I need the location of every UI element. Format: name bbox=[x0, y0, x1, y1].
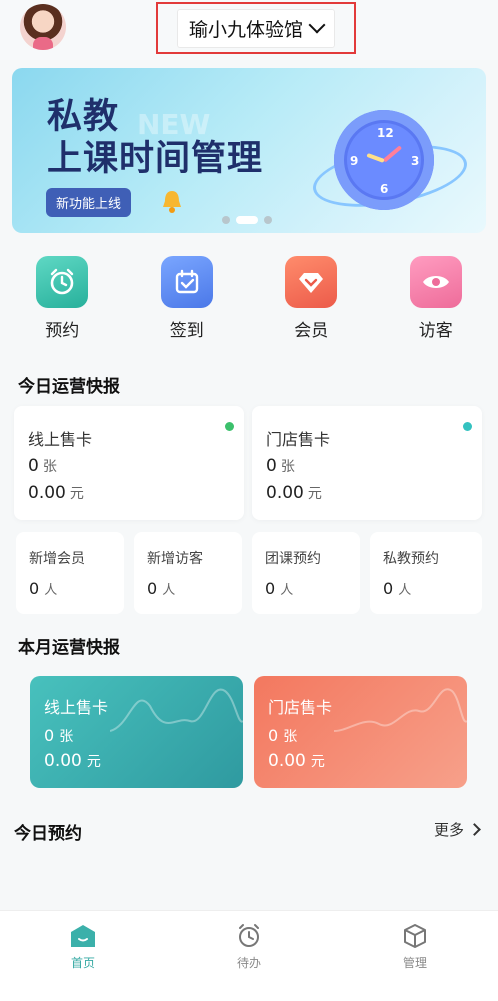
metric-group-bookings[interactable]: 团课预约 0人 bbox=[252, 532, 360, 614]
tab-label: 管理 bbox=[403, 954, 427, 971]
diamond-icon bbox=[285, 256, 337, 308]
tab-label: 待办 bbox=[237, 954, 261, 971]
store-selector[interactable]: 瑜小九体验馆 bbox=[177, 9, 335, 48]
clock-number: 3 bbox=[411, 154, 419, 168]
metric-value: 0 bbox=[265, 579, 275, 598]
metric-title: 新增访客 bbox=[147, 548, 203, 568]
quick-action-members[interactable]: 会员 bbox=[249, 256, 374, 348]
metric-value: 0 bbox=[29, 579, 39, 598]
chevron-right-icon bbox=[468, 823, 481, 836]
avatar[interactable] bbox=[20, 4, 66, 50]
metric-new-members[interactable]: 新增会员 0人 bbox=[16, 532, 124, 614]
card-count: 0 bbox=[268, 726, 278, 745]
card-amount: 0.00 bbox=[44, 751, 82, 771]
month-report-title: 本月运营快报 bbox=[18, 633, 120, 658]
tab-label: 首页 bbox=[71, 954, 95, 971]
clock-illustration: 12 3 6 9 bbox=[334, 110, 434, 210]
more-link[interactable]: 更多 bbox=[434, 819, 479, 840]
tab-home[interactable]: 首页 bbox=[0, 911, 166, 1001]
more-label: 更多 bbox=[434, 819, 464, 840]
card-count: 0 bbox=[44, 726, 54, 745]
bell-icon bbox=[160, 188, 184, 214]
carousel-indicator bbox=[222, 216, 272, 224]
today-appointments-title: 今日预约 bbox=[14, 819, 82, 844]
metric-value: 0 bbox=[383, 579, 393, 598]
quick-action-visitors[interactable]: 访客 bbox=[374, 256, 498, 348]
status-dot bbox=[225, 422, 234, 431]
quick-actions: 预约 签到 会员 访客 bbox=[0, 256, 498, 348]
card-title: 线上售卡 bbox=[28, 426, 92, 450]
card-count: 0张 bbox=[28, 456, 57, 476]
store-name: 瑜小九体验馆 bbox=[189, 15, 303, 42]
card-count: 0张 bbox=[266, 456, 295, 476]
quick-action-appointment[interactable]: 预约 bbox=[0, 256, 125, 348]
metric-private-bookings[interactable]: 私教预约 0人 bbox=[370, 532, 482, 614]
quick-action-label: 访客 bbox=[419, 316, 453, 341]
metric-title: 私教预约 bbox=[383, 548, 439, 568]
clock-number: 6 bbox=[380, 182, 388, 196]
month-store-card[interactable]: 门店售卡 0张 0.00元 bbox=[254, 676, 467, 788]
today-online-card[interactable]: 线上售卡 0张 0.00元 bbox=[14, 406, 244, 520]
clock-number: 12 bbox=[377, 126, 394, 140]
quick-action-label: 签到 bbox=[170, 316, 204, 341]
today-report-title: 今日运营快报 bbox=[18, 372, 120, 397]
trend-wave-decoration bbox=[334, 676, 467, 746]
today-store-card[interactable]: 门店售卡 0张 0.00元 bbox=[252, 406, 482, 520]
metric-title: 团课预约 bbox=[265, 548, 321, 568]
card-amount: 0.00元 bbox=[28, 483, 84, 503]
alarm-icon bbox=[235, 923, 263, 949]
quick-action-label: 预约 bbox=[45, 316, 79, 341]
month-online-card[interactable]: 线上售卡 0张 0.00元 bbox=[30, 676, 243, 788]
status-dot bbox=[463, 422, 472, 431]
card-amount: 0.00元 bbox=[266, 483, 322, 503]
bottom-tab-bar: 首页 待办 管理 bbox=[0, 910, 498, 1001]
card-title: 线上售卡 bbox=[44, 694, 108, 718]
quick-action-checkin[interactable]: 签到 bbox=[125, 256, 250, 348]
store-selector-highlight: 瑜小九体验馆 bbox=[156, 2, 356, 54]
metric-value: 0 bbox=[147, 579, 157, 598]
clock-number: 9 bbox=[350, 154, 358, 168]
tab-todo[interactable]: 待办 bbox=[166, 911, 332, 1001]
promo-banner[interactable]: NEW 私教 上课时间管理 新功能上线 12 3 6 9 bbox=[12, 68, 486, 233]
quick-action-label: 会员 bbox=[294, 316, 328, 341]
tab-manage[interactable]: 管理 bbox=[332, 911, 498, 1001]
eye-icon bbox=[410, 256, 462, 308]
metric-title: 新增会员 bbox=[29, 548, 85, 568]
trend-wave-decoration bbox=[110, 676, 243, 746]
alarm-clock-icon bbox=[36, 256, 88, 308]
home-icon bbox=[69, 923, 97, 949]
cube-icon bbox=[401, 923, 429, 949]
calendar-check-icon bbox=[161, 256, 213, 308]
banner-tag: 新功能上线 bbox=[46, 188, 131, 217]
chevron-down-icon bbox=[309, 17, 326, 34]
banner-title-line2: 上课时间管理 bbox=[47, 130, 263, 181]
card-amount: 0.00 bbox=[268, 751, 306, 771]
top-bar: 瑜小九体验馆 bbox=[0, 0, 498, 60]
card-title: 门店售卡 bbox=[268, 694, 332, 718]
metric-new-visitors[interactable]: 新增访客 0人 bbox=[134, 532, 242, 614]
card-title: 门店售卡 bbox=[266, 426, 330, 450]
